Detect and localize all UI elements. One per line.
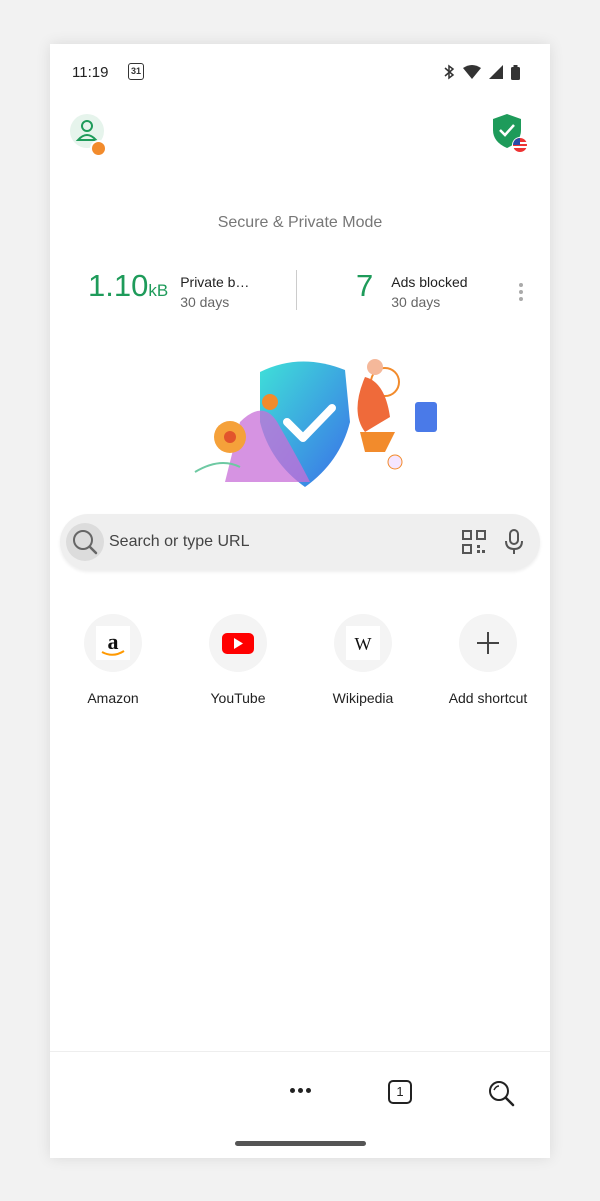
plus-icon (459, 614, 517, 672)
status-bar: 11:19 31 (50, 44, 550, 100)
ads-blocked-period: 30 days (391, 294, 441, 310)
search-input[interactable]: Search or type URL (109, 533, 250, 551)
bottom-toolbar: 1 (50, 1051, 550, 1158)
menu-dots-icon[interactable] (290, 1088, 311, 1093)
ads-blocked-stat[interactable]: 7 Ads blocked 30 days (356, 270, 468, 310)
amazon-icon: a (84, 614, 142, 672)
add-shortcut-button[interactable]: Add shortcut (433, 614, 543, 706)
bluetooth-icon (444, 64, 455, 80)
shortcut-wikipedia[interactable]: W Wikipedia (308, 614, 418, 706)
search-bar[interactable]: Search or type URL (60, 514, 540, 570)
wifi-icon (463, 65, 481, 79)
bottom-search-icon[interactable] (487, 1079, 515, 1107)
search-icon (73, 530, 98, 555)
youtube-icon (209, 614, 267, 672)
vpn-shield-button[interactable] (492, 112, 528, 154)
calendar-icon: 31 (128, 63, 144, 80)
wikipedia-icon: W (334, 614, 392, 672)
home-indicator[interactable] (235, 1141, 366, 1146)
data-saved-label: Private b… (180, 274, 250, 290)
shortcuts-grid: a Amazon YouTube W Wikipedia Add shortcu… (50, 614, 550, 724)
data-saved-stat[interactable]: 1.10kB Private b… 30 days (88, 270, 249, 310)
shield-check-icon (493, 114, 528, 153)
shortcut-youtube[interactable]: YouTube (183, 614, 293, 706)
status-time: 11:19 (72, 64, 109, 81)
signal-icon (489, 65, 503, 79)
browser-window: 11:19 31 Secure & Private Mode 1.10kB Pr… (50, 44, 550, 1158)
tabs-button[interactable]: 1 (388, 1080, 412, 1104)
qr-code-icon[interactable] (462, 530, 486, 554)
svg-text:W: W (355, 634, 372, 654)
page-title: Secure & Private Mode (217, 214, 383, 231)
stats-divider (296, 270, 297, 310)
ads-blocked-value: 7 (356, 268, 374, 303)
privacy-illustration (194, 359, 437, 487)
search-button[interactable] (66, 523, 104, 561)
battery-icon (511, 64, 520, 80)
status-icons (443, 64, 520, 80)
us-flag-icon (513, 138, 527, 152)
microphone-icon[interactable] (504, 529, 524, 555)
ads-blocked-label: Ads blocked (391, 274, 468, 290)
more-options-icon[interactable] (518, 280, 524, 304)
data-saved-period: 30 days (180, 294, 230, 310)
profile-badge-icon (90, 140, 107, 157)
shortcut-amazon[interactable]: a Amazon (58, 614, 168, 706)
svg-text:a: a (108, 629, 119, 654)
data-saved-value: 1.10kB (88, 268, 169, 303)
